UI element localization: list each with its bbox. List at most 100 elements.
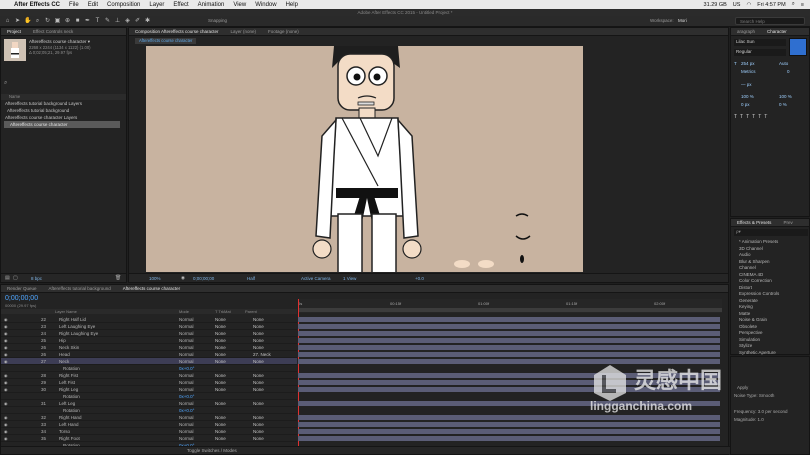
frequency-field[interactable]: Frequency: 3.0 per second: [734, 409, 788, 414]
layer-parent[interactable]: None: [253, 380, 264, 385]
comp-timecode[interactable]: 0;00;00;00: [193, 276, 214, 281]
brush-tool-icon[interactable]: ✎: [104, 18, 111, 25]
property-row[interactable]: Rotation 0x+0.0°: [1, 365, 297, 372]
tab-preview[interactable]: Prev: [777, 220, 798, 225]
layer-parent[interactable]: None: [253, 415, 264, 420]
tab-character[interactable]: Character: [761, 29, 793, 34]
layer-name[interactable]: Right Hand: [59, 415, 82, 420]
layer-duration-bar[interactable]: [298, 387, 720, 392]
layer-mode[interactable]: Normal: [179, 436, 194, 441]
layer-trkmat[interactable]: None: [215, 436, 226, 441]
layer-mode[interactable]: Normal: [179, 338, 194, 343]
visibility-eye-icon[interactable]: ◉: [4, 436, 8, 441]
layer-mode[interactable]: Normal: [179, 352, 194, 357]
visibility-eye-icon[interactable]: ◉: [4, 345, 8, 350]
project-name-header[interactable]: Name: [1, 94, 126, 100]
hand-tool-icon[interactable]: ✋: [24, 18, 31, 25]
layer-name[interactable]: Torso: [59, 429, 70, 434]
tab-paragraph[interactable]: aragraph: [731, 29, 761, 34]
layer-duration-bar[interactable]: [298, 436, 720, 441]
layer-duration-bar[interactable]: [298, 429, 720, 434]
layer-mode[interactable]: Normal: [179, 345, 194, 350]
pen-tool-icon[interactable]: ✒: [84, 18, 91, 25]
layer-parent[interactable]: None: [253, 359, 264, 364]
camera-tool-icon[interactable]: ▣: [54, 18, 61, 25]
tab-layer[interactable]: Layer (none): [224, 29, 262, 34]
project-list-item[interactable]: Aftereffects tutorial background Layers: [5, 101, 82, 106]
property-name[interactable]: Rotation: [63, 366, 80, 371]
resolution-select[interactable]: Half: [247, 276, 255, 281]
menu-help[interactable]: Help: [286, 2, 298, 8]
menu-edit[interactable]: Edit: [88, 2, 98, 8]
layer-duration-bar[interactable]: [298, 331, 720, 336]
visibility-eye-icon[interactable]: ◉: [4, 380, 8, 385]
rotate-tool-icon[interactable]: ↻: [44, 18, 51, 25]
layer-trkmat[interactable]: None: [215, 373, 226, 378]
property-value[interactable]: 0x+0.0°: [179, 408, 194, 413]
clone-stamp-tool-icon[interactable]: ⊥: [114, 18, 121, 25]
visibility-eye-icon[interactable]: ◉: [4, 331, 8, 336]
layer-mode[interactable]: Normal: [179, 373, 194, 378]
stroke-width-value[interactable]: — px: [741, 82, 752, 87]
layer-duration-bar[interactable]: [298, 422, 720, 427]
layer-row[interactable]: ◉ 26 Head Normal None 27. Neck: [1, 351, 297, 358]
baseline-shift-value[interactable]: 0 px: [741, 102, 750, 107]
property-value[interactable]: 0x+0.0°: [179, 394, 194, 399]
wifi-icon[interactable]: ◠: [746, 2, 751, 8]
layer-trkmat[interactable]: None: [215, 338, 226, 343]
layer-duration-bar[interactable]: [298, 345, 720, 350]
layer-mode[interactable]: Normal: [179, 387, 194, 392]
snapshot-icon[interactable]: ◉: [181, 275, 185, 281]
trash-icon[interactable]: 🗑: [115, 275, 121, 281]
layer-trkmat[interactable]: None: [215, 324, 226, 329]
layer-trkmat[interactable]: None: [215, 359, 226, 364]
layer-row[interactable]: ◉ 30 Right Leg Normal None None: [1, 386, 297, 393]
layer-trkmat[interactable]: None: [215, 380, 226, 385]
layer-row[interactable]: ◉ 25 Hip Normal None None: [1, 337, 297, 344]
col-mode[interactable]: Mode: [179, 309, 189, 314]
layer-duration-bar[interactable]: [298, 352, 720, 357]
tab-project[interactable]: Project: [1, 29, 27, 34]
noise-type-select[interactable]: Noise Type: Smooth: [734, 393, 774, 398]
tab-footage[interactable]: Footage (none): [262, 29, 305, 34]
visibility-eye-icon[interactable]: ◉: [4, 429, 8, 434]
toggle-switches-modes-button[interactable]: Toggle Switches / Modes: [187, 448, 237, 453]
project-list-item[interactable]: Aftereffects course character Layers: [5, 115, 77, 120]
snapping-toggle[interactable]: Snapping: [208, 18, 227, 23]
fill-color-swatch[interactable]: [789, 38, 807, 56]
layer-row[interactable]: ◉ 27 Neck Normal None None: [1, 358, 297, 365]
property-row[interactable]: Rotation 0x+0.0°: [1, 407, 297, 414]
project-search-icon[interactable]: ⌕: [4, 80, 7, 87]
horizontal-scale-value[interactable]: 100 %: [779, 94, 792, 99]
layer-parent[interactable]: None: [253, 324, 264, 329]
time-ruler[interactable]: 0s 00:15f 01:00f 01:15f 02:00f: [298, 299, 722, 313]
layer-trkmat[interactable]: None: [215, 401, 226, 406]
property-value[interactable]: 0x+0.0°: [179, 366, 194, 371]
new-folder-icon[interactable]: ▢: [13, 275, 18, 281]
layer-parent[interactable]: None: [253, 401, 264, 406]
tab-character-comp[interactable]: Aftereffects course character: [117, 286, 186, 291]
layer-row[interactable]: ◉ 22 Right Half Lid Normal None None: [1, 316, 297, 323]
layer-duration-bar[interactable]: [298, 324, 720, 329]
layer-parent[interactable]: None: [253, 436, 264, 441]
layer-trkmat[interactable]: None: [215, 345, 226, 350]
zoom-select[interactable]: 100%: [149, 276, 161, 281]
puppet-tool-icon[interactable]: ✱: [144, 18, 151, 25]
layer-mode[interactable]: Normal: [179, 359, 194, 364]
layer-duration-bar[interactable]: [298, 373, 720, 378]
home-icon[interactable]: ⌂: [4, 18, 11, 25]
layer-name[interactable]: Hip: [59, 338, 66, 343]
visibility-eye-icon[interactable]: ◉: [4, 387, 8, 392]
project-list-item[interactable]: Aftereffects tutorial background: [7, 108, 69, 113]
view-layout-select[interactable]: 1 View: [343, 276, 356, 281]
bit-depth[interactable]: 8 bpc: [31, 276, 42, 281]
vertical-scale-value[interactable]: 100 %: [741, 94, 754, 99]
layer-parent[interactable]: None: [253, 331, 264, 336]
leading-value[interactable]: Auto: [779, 61, 788, 66]
layer-parent[interactable]: 27. Neck: [253, 352, 271, 357]
layer-row[interactable]: ◉ 24 Right Laughing Eye Normal None None: [1, 330, 297, 337]
menu-list-icon[interactable]: ≡: [801, 2, 804, 8]
search-help-field[interactable]: Search Help: [735, 17, 805, 25]
type-tool-icon[interactable]: T: [94, 18, 101, 25]
col-parent[interactable]: Parent: [245, 309, 257, 314]
